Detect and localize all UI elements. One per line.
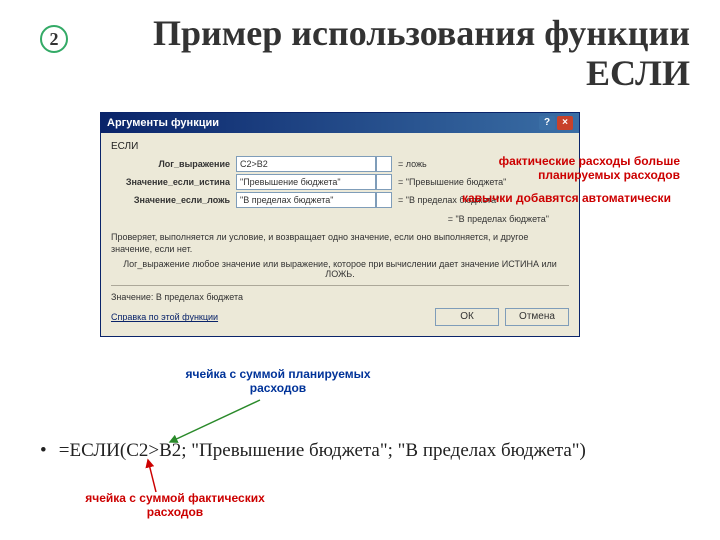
annotation-actual-cell: ячейка с суммой фактических расходов (70, 492, 280, 520)
annotation-planned-cell: ячейка с суммой планируемых расходов (178, 368, 378, 396)
function-name: ЕСЛИ (111, 141, 569, 152)
arg-input-true[interactable]: "Превышение бюджета" (236, 174, 376, 190)
help-link[interactable]: Справка по этой функции (111, 312, 218, 322)
arg-input-logical[interactable]: C2>B2 (236, 156, 376, 172)
cancel-button[interactable]: Отмена (505, 308, 569, 326)
range-picker-icon[interactable] (376, 174, 392, 190)
range-picker-icon[interactable] (376, 192, 392, 208)
ok-button[interactable]: ОК (435, 308, 499, 326)
range-picker-icon[interactable] (376, 156, 392, 172)
separator (111, 285, 569, 286)
arrow-to-c2 (138, 458, 178, 494)
bullet-icon: • (40, 440, 54, 462)
arg-label-false: Значение_если_ложь (111, 195, 236, 205)
function-description: Проверяет, выполняется ли условие, и воз… (111, 232, 569, 255)
argument-description: Лог_выражение любое значение или выражен… (111, 259, 569, 279)
arg-label-true: Значение_если_истина (111, 177, 236, 187)
slide-number-badge: 2 (40, 25, 68, 53)
evaluation-line: Значение: В пределах бюджета (111, 292, 569, 302)
close-icon[interactable]: × (557, 116, 573, 130)
slide-title: Пример использования функции ЕСЛИ (78, 14, 690, 93)
function-arguments-dialog: Аргументы функции ? × ЕСЛИ Лог_выражение… (100, 112, 580, 337)
arg-eval-logical: = ложь (398, 159, 427, 169)
arg-input-false[interactable]: "В пределах бюджета" (236, 192, 376, 208)
dialog-titlebar[interactable]: Аргументы функции ? × (101, 113, 579, 133)
annotation-actual-vs-planned: фактические расходы больше планируемых р… (430, 155, 680, 183)
help-icon[interactable]: ? (539, 116, 555, 130)
arg-label-logical: Лог_выражение (111, 159, 236, 169)
dialog-title-text: Аргументы функции (107, 117, 219, 129)
result-preview: = "В пределах бюджета" (111, 210, 569, 226)
annotation-quotes-auto: кавычки добавятся автоматически (462, 192, 682, 206)
